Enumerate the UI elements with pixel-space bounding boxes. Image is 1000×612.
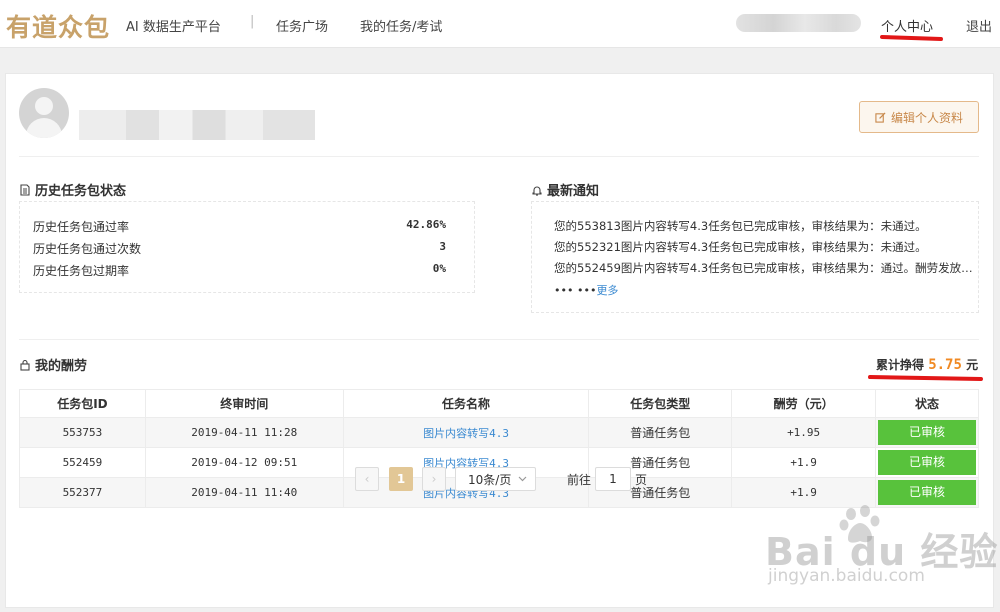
total-earnings-label: 累计挣得 <box>876 358 925 372</box>
watermark-url: jingyan.baidu.com <box>768 566 925 586</box>
stat-value: 0% <box>432 262 446 275</box>
cell-review-time: 2019-04-11 11:40 <box>144 477 344 508</box>
username-blurred <box>736 14 861 32</box>
cell-reward: +1.9 <box>731 447 877 478</box>
stat-row: 历史任务包通过率 42.86% <box>33 218 446 235</box>
col-header: 状态 <box>875 389 979 418</box>
col-header: 任务包类型 <box>588 389 733 418</box>
page-1-button[interactable]: 1 <box>389 467 413 491</box>
status-badge: 已审核 <box>878 480 976 505</box>
status-badge: 已审核 <box>878 450 976 475</box>
notice-item[interactable]: 您的552321图片内容转写4.3任务包已完成审核，审核结果为：未通过。 <box>554 239 927 255</box>
stat-label: 历史任务包通过次数 <box>33 242 142 256</box>
document-icon <box>20 183 30 196</box>
cell-package-id: 552377 <box>19 477 146 508</box>
cell-status: 已审核 <box>875 417 979 448</box>
col-header: 任务名称 <box>342 389 590 418</box>
avatar <box>19 88 69 138</box>
history-stats-box: 历史任务包通过率 42.86% 历史任务包通过次数 3 历史任务包过期率 0% <box>19 201 475 293</box>
edit-profile-button[interactable]: 编辑个人资料 <box>859 101 979 133</box>
notice-more: ••• •••更多 <box>554 282 618 298</box>
stat-row: 历史任务包过期率 0% <box>33 262 446 279</box>
site-logo[interactable]: 有道众包 <box>6 8 110 44</box>
chevron-down-icon <box>518 476 527 482</box>
notice-section-title: 最新通知 <box>531 180 599 199</box>
stat-label: 历史任务包过期率 <box>33 264 130 278</box>
more-link[interactable]: 更多 <box>596 284 618 297</box>
top-navbar: 有道众包 AI 数据生产平台 | 任务广场 我的任务/考试 个人中心 退出 <box>0 0 1000 48</box>
profile-name-blurred <box>79 110 315 140</box>
edit-icon <box>875 111 886 123</box>
edit-profile-label: 编辑个人资料 <box>890 110 963 125</box>
ellipsis: ••• ••• <box>554 284 597 297</box>
page-size-select[interactable]: 10条/页 <box>455 467 536 491</box>
prev-page-button[interactable]: ‹ <box>355 467 379 491</box>
stat-label: 历史任务包通过率 <box>33 220 130 234</box>
total-earnings: 累计挣得 5.75 元 <box>876 356 978 373</box>
history-section-title: 历史任务包状态 <box>19 180 126 199</box>
total-earnings-value: 5.75 <box>928 357 962 373</box>
nav-personal-center[interactable]: 个人中心 <box>881 16 933 35</box>
total-earnings-unit: 元 <box>966 358 979 372</box>
goto-unit: 页 <box>635 473 648 487</box>
goto-page-input[interactable]: 1 <box>595 467 631 491</box>
cell-review-time: 2019-04-12 09:51 <box>144 447 344 478</box>
table-header-row: 任务包ID 终审时间 任务名称 任务包类型 酬劳（元） 状态 <box>19 389 979 418</box>
notice-item[interactable]: 您的552459图片内容转写4.3任务包已完成审核，审核结果为：通过。酬劳发放… <box>554 260 973 276</box>
col-header: 任务包ID <box>19 389 146 418</box>
cell-package-type: 普通任务包 <box>588 417 733 448</box>
table-row: 553753 2019-04-11 11:28 图片内容转写4.3 普通任务包 … <box>19 417 979 448</box>
page-size-value: 10条/页 <box>468 472 512 487</box>
nav-task-plaza[interactable]: 任务广场 <box>276 16 328 35</box>
col-header: 终审时间 <box>144 389 344 418</box>
earnings-section-title: 我的酬劳 <box>19 355 87 374</box>
divider <box>19 156 979 157</box>
divider <box>19 339 979 340</box>
cell-package-id: 552459 <box>19 447 146 478</box>
stat-value: 42.86% <box>406 218 446 231</box>
bell-icon <box>532 186 542 196</box>
cell-task-name-link[interactable]: 图片内容转写4.3 <box>342 417 590 448</box>
platform-name: AI 数据生产平台 <box>126 20 221 35</box>
next-page-button[interactable]: › <box>422 467 446 491</box>
notice-item[interactable]: 您的553813图片内容转写4.3任务包已完成审核，审核结果为：未通过。 <box>554 218 927 234</box>
cell-package-id: 553753 <box>19 417 146 448</box>
stat-row: 历史任务包通过次数 3 <box>33 240 446 257</box>
stat-value: 3 <box>439 240 446 253</box>
cell-status: 已审核 <box>875 447 979 478</box>
goto-label: 前往 <box>567 473 592 487</box>
col-header: 酬劳（元） <box>731 389 877 418</box>
nav-separator: | <box>250 14 255 29</box>
cell-reward: +1.95 <box>731 417 877 448</box>
cell-review-time: 2019-04-11 11:28 <box>144 417 344 448</box>
nav-my-tasks[interactable]: 我的任务/考试 <box>360 16 442 35</box>
logout-link[interactable]: 退出 <box>966 16 992 35</box>
lock-icon <box>20 359 30 371</box>
cell-status: 已审核 <box>875 477 979 508</box>
notice-box: 您的553813图片内容转写4.3任务包已完成审核，审核结果为：未通过。 您的5… <box>531 201 979 313</box>
status-badge: 已审核 <box>878 420 976 445</box>
